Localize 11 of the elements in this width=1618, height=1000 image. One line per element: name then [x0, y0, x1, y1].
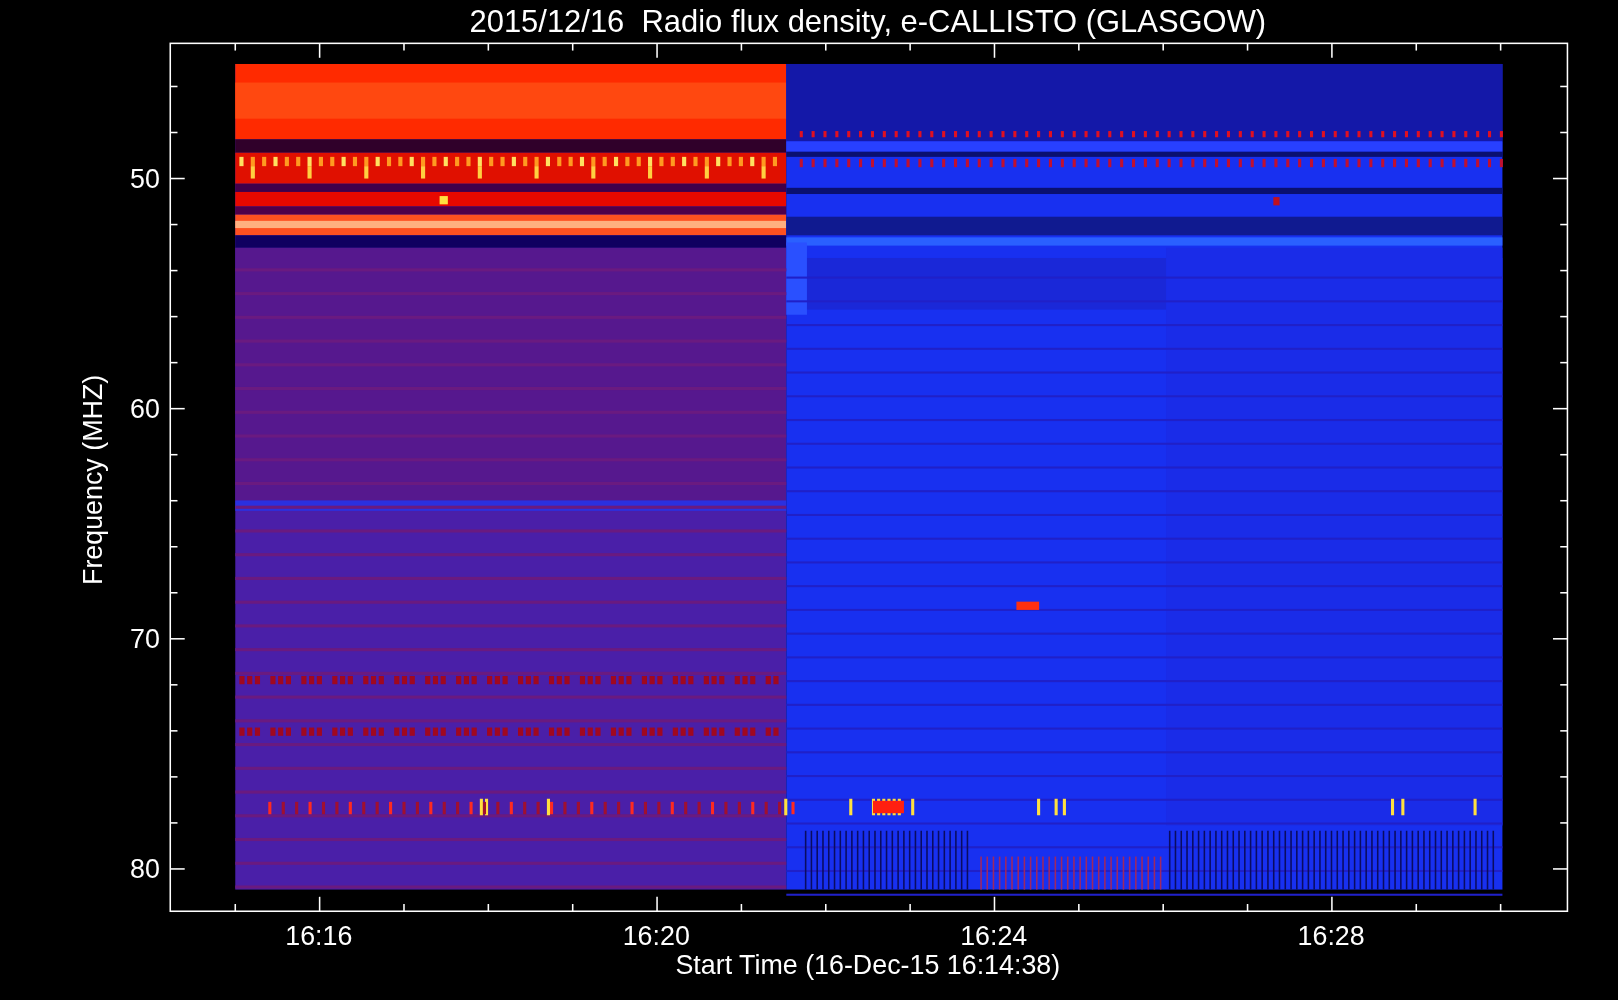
x-tick-label: 16:16 [285, 921, 353, 952]
y-tick-label: 60 [130, 393, 160, 424]
chart-title: 2015/12/16 Radio flux density, e-CALLISTO (GLASGOW) [469, 4, 1267, 39]
y-tick-label: 70 [130, 624, 160, 655]
x-tick-label: 16:24 [960, 921, 1028, 952]
y-tick-label: 80 [130, 854, 160, 885]
x-tick-label: 16:28 [1297, 921, 1365, 952]
x-tick-label: 16:20 [622, 921, 690, 952]
y-axis-label: Frequency (MHZ) [78, 374, 109, 585]
x-axis-label: Start Time (16-Dec-15 16:14:38) [675, 950, 1061, 981]
y-tick-label: 50 [130, 163, 160, 194]
